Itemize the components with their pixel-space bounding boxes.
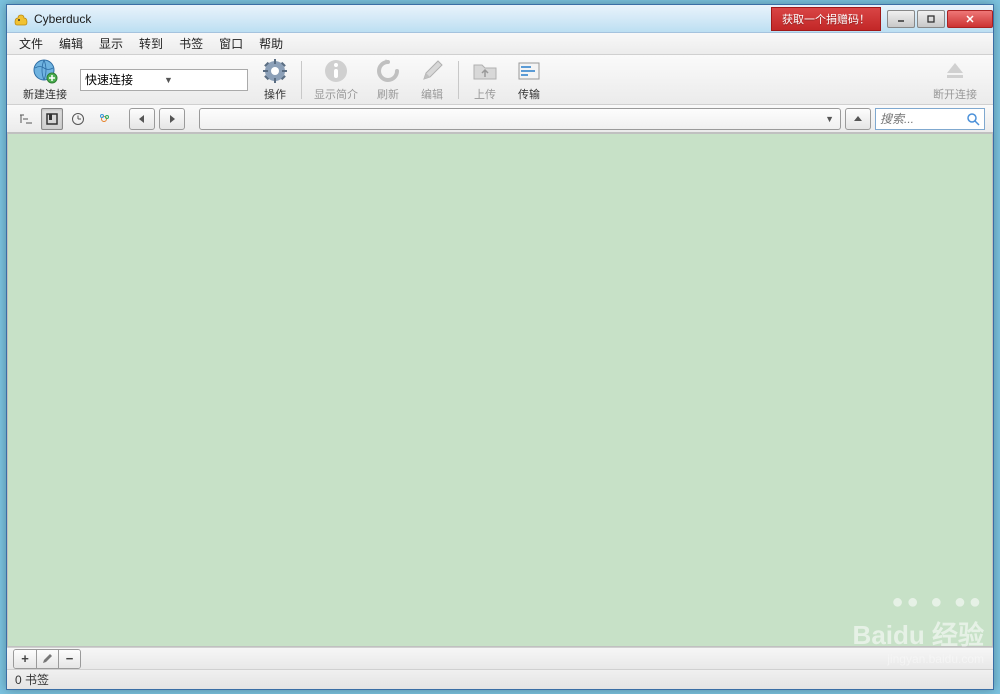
menubar: 文件 编辑 显示 转到 书签 窗口 帮助 <box>7 33 993 55</box>
quick-connect-dropdown[interactable]: 快速连接 ▼ <box>80 69 248 91</box>
info-icon <box>322 57 350 85</box>
menu-view[interactable]: 显示 <box>91 33 131 54</box>
search-input[interactable] <box>880 112 966 126</box>
toolbar-separator <box>301 61 302 99</box>
content-area[interactable] <box>7 133 993 647</box>
pencil-icon <box>42 653 53 664</box>
view-outline-button[interactable] <box>15 108 37 130</box>
transfer-icon <box>515 57 543 85</box>
menu-goto[interactable]: 转到 <box>131 33 171 54</box>
disconnect-label: 断开连接 <box>933 86 977 102</box>
titlebar: Cyberduck 获取一个捐赠码！ <box>7 5 993 33</box>
minimize-button[interactable] <box>887 10 915 28</box>
window-title: Cyberduck <box>34 12 771 26</box>
path-dropdown[interactable]: ▼ <box>199 108 841 130</box>
menu-bookmarks[interactable]: 书签 <box>171 33 211 54</box>
action-label: 操作 <box>264 86 286 102</box>
upload-button[interactable]: 上传 <box>463 54 507 105</box>
pencil-icon <box>418 57 446 85</box>
maximize-button[interactable] <box>917 10 945 28</box>
view-history-button[interactable] <box>67 108 89 130</box>
nav-forward-button[interactable] <box>159 108 185 130</box>
menu-file[interactable]: 文件 <box>11 33 51 54</box>
triangle-right-icon <box>167 114 177 124</box>
navbar: ▼ <box>7 105 993 133</box>
bookmark-icon <box>45 112 59 126</box>
window-controls <box>887 10 993 28</box>
transfer-button[interactable]: 传输 <box>507 54 551 105</box>
gear-icon <box>261 57 289 85</box>
search-box[interactable] <box>875 108 985 130</box>
menu-help[interactable]: 帮助 <box>251 33 291 54</box>
transfer-label: 传输 <box>518 86 540 102</box>
nav-up-button[interactable] <box>845 108 871 130</box>
edit-label: 编辑 <box>421 86 443 102</box>
refresh-icon <box>374 57 402 85</box>
app-icon <box>13 11 29 27</box>
folder-up-icon <box>471 57 499 85</box>
chevron-down-icon: ▼ <box>164 75 243 85</box>
status-text: 0 书签 <box>15 671 49 688</box>
new-connection-button[interactable]: 新建连接 <box>15 54 75 105</box>
view-bonjour-button[interactable] <box>93 108 115 130</box>
quick-connect-value: 快速连接 <box>85 71 164 88</box>
bookmark-button-group: + − <box>13 649 81 669</box>
info-label: 显示简介 <box>314 86 358 102</box>
bonjour-icon <box>97 112 111 126</box>
add-bookmark-button[interactable]: + <box>14 650 36 668</box>
info-button[interactable]: 显示简介 <box>306 54 366 105</box>
new-connection-label: 新建连接 <box>23 86 67 102</box>
nav-back-button[interactable] <box>129 108 155 130</box>
donate-button[interactable]: 获取一个捐赠码！ <box>771 7 881 31</box>
view-bookmarks-button[interactable] <box>41 108 63 130</box>
menu-window[interactable]: 窗口 <box>211 33 251 54</box>
refresh-label: 刷新 <box>377 86 399 102</box>
refresh-button[interactable]: 刷新 <box>366 54 410 105</box>
outline-icon <box>19 112 33 126</box>
menu-edit[interactable]: 编辑 <box>51 33 91 54</box>
edit-bookmark-button[interactable] <box>36 650 58 668</box>
close-button[interactable] <box>947 10 993 28</box>
eject-icon <box>941 57 969 85</box>
chevron-down-icon: ▼ <box>825 114 834 124</box>
disconnect-button[interactable]: 断开连接 <box>925 54 985 105</box>
bottom-toolbar: + − <box>7 647 993 669</box>
statusbar: 0 书签 <box>7 669 993 689</box>
globe-plus-icon <box>31 57 59 85</box>
remove-bookmark-button[interactable]: − <box>58 650 80 668</box>
triangle-left-icon <box>137 114 147 124</box>
search-icon <box>966 112 980 126</box>
action-button[interactable]: 操作 <box>253 54 297 105</box>
upload-label: 上传 <box>474 86 496 102</box>
clock-icon <box>71 112 85 126</box>
toolbar-separator <box>458 61 459 99</box>
toolbar: 新建连接 快速连接 ▼ 操作 显示简介 刷新 <box>7 55 993 105</box>
triangle-up-icon <box>853 114 863 124</box>
app-window: Cyberduck 获取一个捐赠码！ 文件 编辑 显示 转到 书签 窗口 帮助 … <box>6 4 994 690</box>
edit-button[interactable]: 编辑 <box>410 54 454 105</box>
